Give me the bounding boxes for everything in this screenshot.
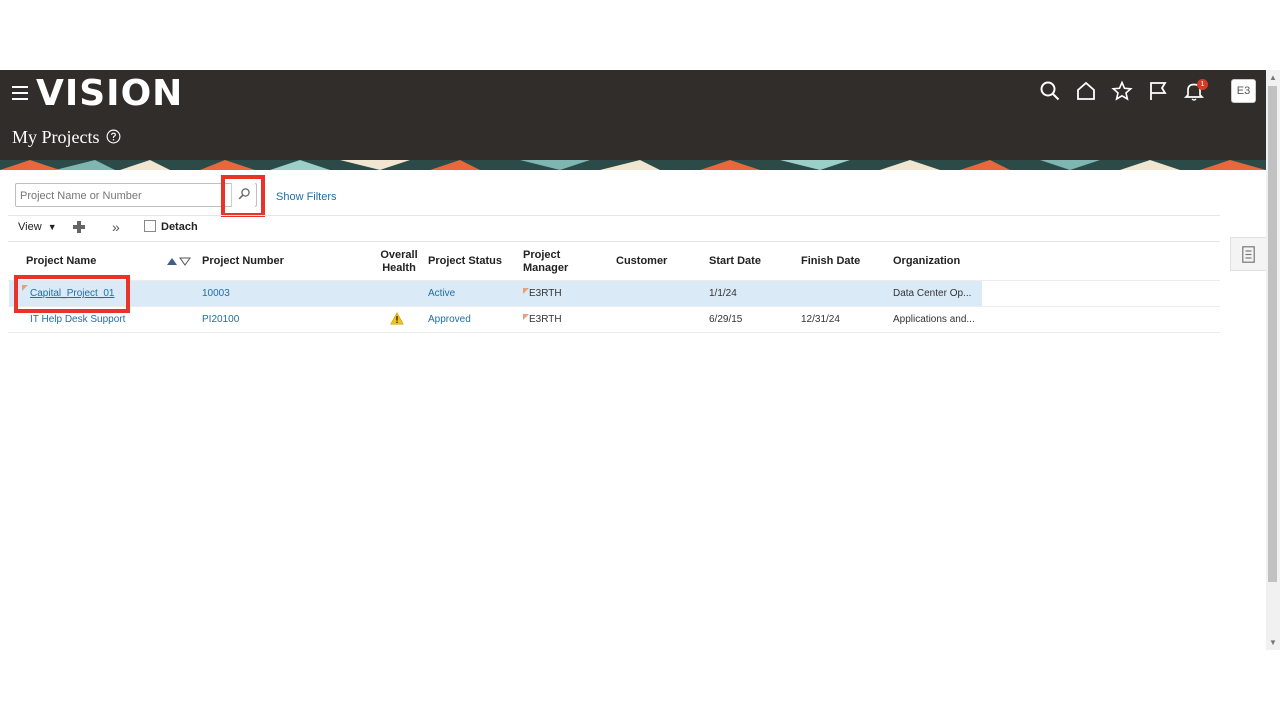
project-search-input[interactable]	[20, 188, 220, 204]
help-icon[interactable]	[106, 129, 121, 144]
toolbar-divider	[8, 215, 1220, 216]
finish-date-cell: 12/31/24	[801, 314, 840, 325]
project-manager-cell[interactable]: E3RTH	[529, 314, 562, 325]
column-header-overall-health[interactable]: Overall Health	[380, 249, 418, 275]
star-icon[interactable]	[1111, 80, 1133, 102]
project-number-cell[interactable]: PI20100	[202, 314, 239, 325]
project-manager-cell[interactable]: E3RTH	[529, 288, 562, 299]
highlight-box	[14, 275, 130, 313]
detach-icon	[144, 220, 156, 232]
notification-count-badge: 1	[1197, 79, 1208, 90]
column-header-project-status[interactable]: Project Status	[428, 255, 502, 268]
chevron-down-icon: ▼	[47, 222, 57, 232]
column-header-project-manager[interactable]: Project Manager	[523, 249, 568, 275]
warning-icon	[390, 312, 404, 325]
search-icon[interactable]	[1039, 80, 1061, 102]
column-header-project-number[interactable]: Project Number	[202, 255, 284, 268]
table-top-divider	[8, 241, 1220, 242]
header-health-line2: Health	[382, 262, 416, 274]
scroll-up-arrow-icon[interactable]: ▲	[1269, 73, 1277, 82]
show-filters-link[interactable]: Show Filters	[276, 191, 337, 203]
header-manager-line1: Project	[523, 249, 561, 261]
view-menu-label: View	[18, 221, 42, 233]
start-date-cell: 6/29/15	[709, 314, 743, 325]
search-button[interactable]	[221, 175, 265, 217]
column-header-project-name[interactable]: Project Name	[26, 255, 96, 268]
view-menu[interactable]: View ▼	[18, 221, 57, 233]
user-avatar[interactable]: E3	[1231, 79, 1256, 103]
document-list-icon	[1242, 246, 1255, 263]
row-divider	[8, 332, 1220, 333]
project-status-cell[interactable]: Active	[428, 288, 455, 299]
project-status-cell[interactable]: Approved	[428, 314, 471, 325]
detach-label: Detach	[161, 221, 198, 233]
row-divider	[8, 280, 1220, 281]
organization-cell: Applications and...	[893, 314, 975, 325]
start-date-cell: 1/1/24	[709, 288, 737, 299]
project-name-link[interactable]: IT Help Desk Support	[30, 314, 125, 325]
page-title: My Projects	[12, 127, 100, 147]
home-icon[interactable]	[1075, 80, 1097, 102]
add-icon[interactable]	[72, 220, 86, 234]
more-actions-icon[interactable]: »	[112, 219, 120, 235]
flag-icon[interactable]	[1147, 80, 1169, 102]
header-health-line1: Overall	[380, 249, 418, 261]
scroll-down-arrow-icon[interactable]: ▼	[1269, 638, 1277, 647]
sort-icon[interactable]	[166, 257, 192, 266]
viewport: VISION My Projects 1 E3 Project Name or …	[0, 0, 1280, 720]
row-divider	[8, 306, 1220, 307]
column-header-finish-date[interactable]: Finish Date	[801, 255, 860, 268]
table-row[interactable]	[9, 281, 982, 306]
column-header-customer[interactable]: Customer	[616, 255, 667, 268]
scrollbar-thumb[interactable]	[1268, 86, 1277, 582]
header-manager-line2: Manager	[523, 262, 569, 274]
app-logo[interactable]: VISION	[36, 72, 183, 116]
hamburger-menu-icon[interactable]	[12, 86, 28, 100]
project-number-cell[interactable]: 10003	[202, 288, 230, 299]
decorative-banner	[0, 160, 1266, 170]
detach-button[interactable]: Detach	[144, 220, 198, 234]
organization-cell: Data Center Op...	[893, 288, 972, 299]
side-panel-toggle[interactable]	[1230, 237, 1266, 271]
column-header-organization[interactable]: Organization	[893, 255, 960, 268]
search-magnifier-icon	[238, 188, 250, 200]
column-header-start-date[interactable]: Start Date	[709, 255, 761, 268]
